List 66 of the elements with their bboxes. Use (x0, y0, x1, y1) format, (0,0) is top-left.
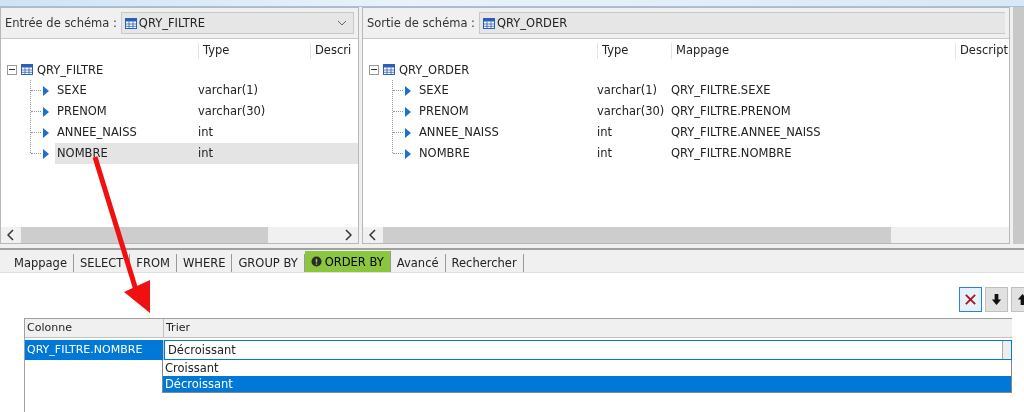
tree-row[interactable]: SEXE varchar(1) (7, 80, 358, 101)
schema-label: Sortie de schéma : (367, 16, 475, 30)
field-type: int (597, 145, 613, 162)
scrollbar-thumb[interactable] (21, 227, 269, 243)
tab[interactable]: ORDER BY (304, 251, 391, 272)
scroll-right-icon[interactable] (344, 229, 352, 241)
field-icon (43, 148, 49, 159)
field-type: int (198, 124, 214, 141)
column-header: Descript (955, 43, 1009, 59)
field-icon (43, 106, 49, 117)
scrollbar-thumb[interactable] (383, 227, 892, 243)
field-mapping: QRY_FILTRE.ANNEE_NAISS (671, 124, 822, 141)
tree-row[interactable]: ANNEE_NAISS int (7, 122, 358, 143)
field-name: ANNEE_NAISS (56, 124, 138, 141)
scroll-left-icon[interactable] (369, 229, 377, 241)
collapse-icon[interactable] (369, 64, 379, 75)
field-mapping: QRY_FILTRE.NOMBRE (671, 145, 793, 162)
field-type: int (597, 124, 613, 141)
field-type: varchar(1) (198, 82, 259, 99)
delete-button[interactable] (959, 287, 982, 312)
field-icon (43, 85, 49, 96)
field-name[interactable]: ANNEE_NAISS (417, 122, 597, 143)
field-type: varchar(30) (198, 103, 267, 120)
close-icon (964, 293, 977, 306)
sort-dropdown[interactable]: Décroissant (164, 340, 1012, 360)
field-type: varchar(30) (597, 103, 666, 120)
schema-dropdown[interactable]: QRY_FILTRE (120, 12, 354, 34)
vertical-scrollbar[interactable] (1013, 7, 1024, 244)
column-header: Trier (165, 320, 191, 336)
field-name[interactable]: PRENOM (417, 101, 597, 122)
schema-dropdown[interactable]: QRY_ORDER (479, 12, 1005, 34)
field-icon (405, 85, 411, 96)
chevron-down-icon (337, 20, 347, 26)
field-type: int (198, 145, 214, 162)
move-down-button[interactable] (985, 287, 1008, 312)
field-name: NOMBRE (56, 145, 109, 162)
arrow-down-icon (990, 293, 1003, 306)
column-header: Descri (310, 43, 358, 59)
field-name[interactable]: SEXE (417, 80, 597, 101)
column-header: Mappage (671, 43, 955, 59)
field-name: PRENOM (56, 103, 108, 120)
schema-label: Entrée de schéma : (5, 16, 117, 30)
field-icon (43, 127, 49, 138)
column-cell[interactable]: QRY_FILTRE.NOMBRE (25, 340, 164, 360)
table-icon (483, 17, 495, 29)
field-icon (405, 148, 411, 159)
field-type: varchar(1) (597, 82, 658, 99)
field-name[interactable]: NOMBRE (417, 143, 597, 164)
field-mapping: QRY_FILTRE.SEXE (671, 82, 772, 99)
table-icon (124, 17, 137, 29)
field-icon (405, 127, 411, 138)
dropdown-option[interactable]: Croissant (163, 360, 1011, 376)
table-name: QRY_ORDER (399, 62, 470, 77)
table-icon (383, 64, 395, 75)
column-header: Colonne (25, 319, 164, 337)
field-icon (405, 106, 411, 117)
field-name: SEXE (56, 82, 88, 99)
scroll-left-icon[interactable] (7, 229, 15, 241)
column-header: Type (198, 43, 310, 59)
collapse-icon[interactable] (7, 64, 17, 75)
column-header: Type (597, 43, 671, 59)
table-icon (21, 64, 33, 75)
field-mapping: QRY_FILTRE.PRENOM (671, 103, 792, 120)
dropdown-option[interactable]: Décroissant (163, 376, 1011, 392)
table-name: QRY_FILTRE (37, 62, 104, 77)
tree-row[interactable]: PRENOM varchar(30) (7, 101, 358, 122)
